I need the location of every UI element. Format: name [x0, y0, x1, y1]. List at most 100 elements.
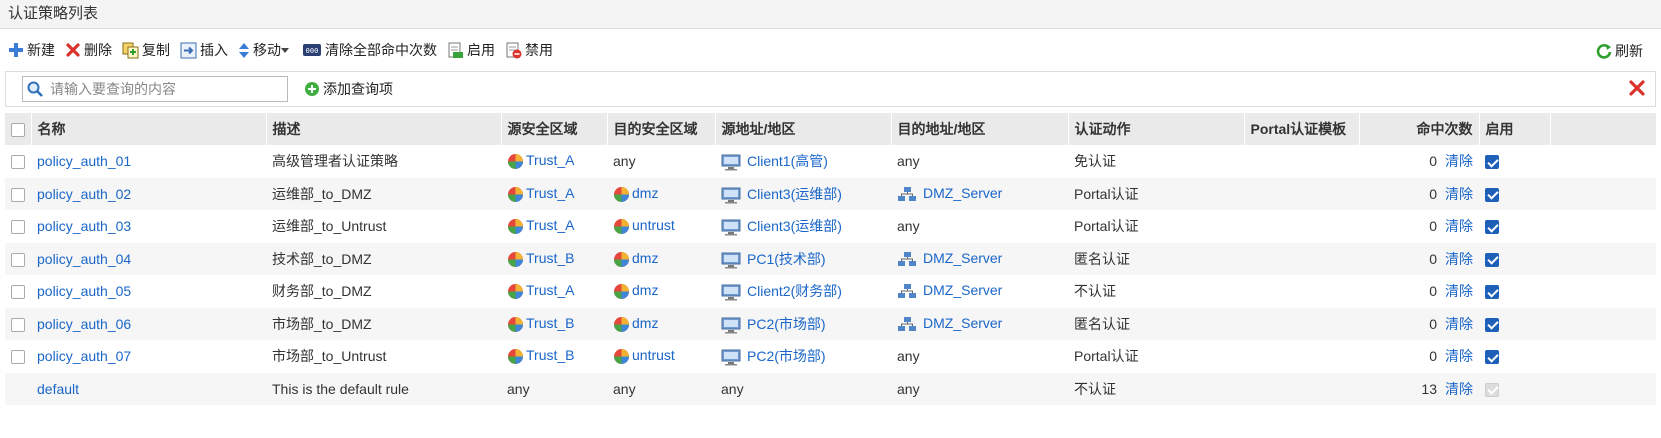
column-header-src-zone[interactable]: 源安全区域 [501, 113, 608, 145]
table-row-5[interactable]: policy_auth_05 财务部_to_DMZ Trust_A dmz Cl… [5, 275, 1656, 308]
copy-button[interactable]: 复制 [122, 40, 170, 60]
enable-checkbox[interactable] [1485, 155, 1499, 170]
clear-hits-link[interactable]: 清除 [1445, 186, 1473, 202]
dst-addr-value[interactable]: DMZ_Server [923, 250, 1002, 266]
clear-hits-link[interactable]: 清除 [1445, 153, 1473, 169]
auth-action: Portal认证 [1074, 348, 1139, 365]
src-addr-value[interactable]: PC1(技术部) [747, 251, 826, 267]
clear-all-hits-button[interactable]: 000 清除全部命中次数 [302, 40, 437, 60]
src-zone-value[interactable]: Trust_A [526, 217, 575, 233]
column-header-name[interactable]: 名称 [31, 113, 267, 145]
dst-zone-value[interactable]: dmz [632, 315, 658, 331]
table-row-8[interactable]: default This is the default rule any any… [5, 372, 1656, 405]
new-label: 新建 [27, 42, 55, 58]
computer-icon [721, 348, 747, 366]
column-header-spacer [1550, 113, 1657, 145]
row-select-cell [5, 243, 31, 276]
src-addr-value[interactable]: Client3(运维部) [747, 218, 842, 234]
table-row-1[interactable]: policy_auth_01 高级管理者认证策略 Trust_A any Cli… [5, 145, 1656, 178]
clear-hits-link[interactable]: 清除 [1445, 283, 1473, 299]
dst-zone-value[interactable]: untrust [632, 217, 675, 233]
row-checkbox[interactable] [11, 350, 25, 365]
enable-checkbox[interactable] [1485, 252, 1499, 267]
column-header-hits[interactable]: 命中次数 [1359, 113, 1480, 145]
policy-name-link[interactable]: policy_auth_04 [37, 251, 131, 267]
policy-name-link[interactable]: policy_auth_05 [37, 283, 131, 299]
src-zone-value[interactable]: Trust_A [526, 152, 575, 168]
dst-zone-value[interactable]: dmz [632, 185, 658, 201]
row-checkbox[interactable] [11, 155, 25, 170]
dst-addr-value[interactable]: DMZ_Server [923, 282, 1002, 298]
row-checkbox[interactable] [11, 317, 25, 332]
row-checkbox[interactable] [11, 285, 25, 300]
add-query-button[interactable]: 添加查询项 [304, 79, 393, 99]
column-header-enable[interactable]: 启用 [1479, 113, 1551, 145]
src-addr-value[interactable]: Client3(运维部) [747, 186, 842, 202]
column-header-desc[interactable]: 描述 [266, 113, 502, 145]
src-addr-value[interactable]: PC2(市场部) [747, 348, 826, 364]
clear-hits-link[interactable]: 清除 [1445, 218, 1473, 234]
column-header-dst-addr[interactable]: 目的地址/地区 [891, 113, 1069, 145]
clear-hits-link[interactable]: 清除 [1445, 348, 1473, 364]
table-row-6[interactable]: policy_auth_06 市场部_to_DMZ Trust_B dmz PC… [5, 307, 1656, 340]
dst-zone-value[interactable]: dmz [632, 282, 658, 298]
insert-button[interactable]: 插入 [180, 40, 228, 60]
row-checkbox[interactable] [11, 187, 25, 202]
table-row-3[interactable]: policy_auth_03 运维部_to_Untrust Trust_A un… [5, 210, 1656, 243]
refresh-button[interactable]: 刷新 [1596, 41, 1643, 61]
dst-addr-value[interactable]: DMZ_Server [923, 315, 1002, 331]
add-circle-icon [305, 82, 319, 96]
src-addr-value[interactable]: Client1(高管) [747, 153, 828, 169]
enable-checkbox[interactable] [1485, 187, 1499, 202]
src-zone-value[interactable]: Trust_B [526, 315, 575, 331]
delete-button[interactable]: 删除 [65, 40, 112, 60]
column-header-action[interactable]: 认证动作 [1068, 113, 1245, 145]
dst-addr-value: any [897, 348, 920, 365]
dst-zone-value[interactable]: dmz [632, 250, 658, 266]
search-input[interactable] [48, 80, 282, 98]
src-zone-value[interactable]: Trust_B [526, 347, 575, 363]
zone-icon [507, 347, 526, 365]
clear-hits-link[interactable]: 清除 [1445, 251, 1473, 267]
policy-name-link[interactable]: default [37, 381, 79, 397]
dst-addr-cell: DMZ_Server [891, 178, 1068, 211]
column-header-portal[interactable]: Portal认证模板 [1244, 113, 1360, 145]
server-network-icon [897, 185, 923, 201]
column-header-dst-zone[interactable]: 目的安全区域 [607, 113, 716, 145]
src-zone-value[interactable]: Trust_B [526, 250, 575, 266]
close-search-button[interactable] [1629, 80, 1645, 99]
src-zone-value[interactable]: Trust_A [526, 282, 575, 298]
zone-icon [507, 282, 526, 300]
table-row-7[interactable]: policy_auth_07 市场部_to_Untrust Trust_B un… [5, 340, 1656, 373]
new-button[interactable]: 新建 [8, 40, 55, 60]
src-addr-value[interactable]: Client2(财务部) [747, 283, 842, 299]
enable-cell [1479, 145, 1550, 178]
clear-hits-link[interactable]: 清除 [1445, 381, 1473, 397]
disable-button[interactable]: 禁用 [505, 40, 553, 60]
row-checkbox[interactable] [11, 252, 25, 267]
policy-name-link[interactable]: policy_auth_06 [37, 316, 131, 332]
table-row-4[interactable]: policy_auth_04 技术部_to_DMZ Trust_B dmz PC… [5, 242, 1656, 276]
row-checkbox[interactable] [11, 220, 25, 235]
enable-button[interactable]: 启用 [447, 40, 495, 60]
enable-checkbox[interactable] [1485, 350, 1499, 365]
enable-checkbox[interactable] [1485, 285, 1499, 300]
enable-checkbox[interactable] [1485, 220, 1499, 235]
dst-addr-value[interactable]: DMZ_Server [923, 185, 1002, 201]
select-all-checkbox[interactable] [11, 123, 25, 138]
src-addr-cell: PC2(市场部) [715, 340, 891, 373]
policy-name-link[interactable]: policy_auth_07 [37, 348, 131, 364]
policy-name-link[interactable]: policy_auth_02 [37, 186, 131, 202]
src-zone-value[interactable]: Trust_A [526, 185, 575, 201]
policy-name-link[interactable]: policy_auth_01 [37, 153, 131, 169]
dst-zone-value[interactable]: untrust [632, 347, 675, 363]
table-row-2[interactable]: policy_auth_02 运维部_to_DMZ Trust_A dmz Cl… [5, 177, 1656, 211]
src-addr-value[interactable]: PC2(市场部) [747, 316, 826, 332]
auth-action: 不认证 [1074, 283, 1116, 300]
auth-action: 匿名认证 [1074, 315, 1130, 332]
clear-hits-link[interactable]: 清除 [1445, 316, 1473, 332]
policy-name-link[interactable]: policy_auth_03 [37, 218, 131, 234]
enable-checkbox[interactable] [1485, 317, 1499, 332]
move-button[interactable]: 移动 [238, 40, 292, 60]
column-header-src-addr[interactable]: 源地址/地区 [715, 113, 892, 145]
